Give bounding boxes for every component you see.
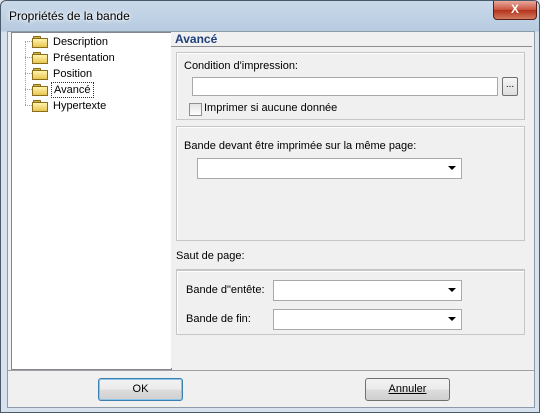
print-condition-label: Condition d'impression: [184, 60, 298, 72]
tree-connector [25, 73, 32, 74]
print-if-no-data-label: Imprimer si aucune donnée [204, 102, 338, 114]
footer-band-select[interactable] [273, 309, 462, 330]
dialog-client-area: Description Présentation Position Avancé… [7, 31, 535, 408]
folder-icon [32, 67, 48, 80]
panel-title: Avancé [171, 32, 532, 47]
folder-icon [32, 51, 48, 64]
tree-item-label: Position [53, 67, 93, 80]
category-tree[interactable]: Description Présentation Position Avancé… [11, 32, 172, 370]
tree-item-label: Hypertexte [53, 99, 107, 112]
same-page-label: Bande devant être imprimée sur la même p… [184, 140, 417, 152]
settings-panel: Avancé Condition d'impression: ... Impri… [171, 32, 532, 368]
close-icon: X [510, 2, 519, 16]
browse-button[interactable]: ... [502, 77, 518, 96]
chevron-down-icon [448, 166, 456, 170]
header-band-label: Bande d"entête: [186, 284, 265, 296]
print-if-no-data-checkbox[interactable] [189, 103, 202, 116]
tree-item-label: Présentation [53, 51, 115, 64]
page-break-group: Bande d"entête: Bande de fin: [176, 270, 525, 335]
tree-connector [25, 105, 32, 106]
tree-item-label: Description [53, 35, 109, 48]
button-bar-separator [8, 370, 534, 371]
same-page-group: Bande devant être imprimée sur la même p… [176, 126, 525, 241]
ok-button[interactable]: OK [98, 378, 183, 401]
tree-connector [25, 41, 32, 42]
print-condition-group: Condition d'impression: ... Imprimer si … [176, 52, 525, 120]
tree-item-hypertexte[interactable]: Hypertexte [32, 98, 108, 113]
tree-item-description[interactable]: Description [32, 34, 110, 49]
page-break-label: Saut de page: [176, 250, 245, 262]
print-condition-input[interactable] [192, 77, 498, 96]
close-button[interactable]: X [493, 1, 537, 20]
tree-connector [25, 89, 32, 90]
ellipsis-icon: ... [505, 79, 515, 90]
folder-icon [32, 99, 48, 112]
chevron-down-icon [448, 288, 456, 292]
footer-band-label: Bande de fin: [186, 313, 251, 325]
folder-icon [32, 83, 48, 96]
cancel-button[interactable]: Annuler [365, 378, 450, 401]
folder-icon [32, 35, 48, 48]
same-page-band-select[interactable] [197, 158, 462, 179]
window-title: Propriétés de la bande [9, 9, 130, 23]
chevron-down-icon [448, 317, 456, 321]
tree-item-avance[interactable]: Avancé [32, 81, 94, 98]
tree-item-presentation[interactable]: Présentation [32, 50, 117, 65]
tree-connector [25, 57, 32, 58]
header-band-select[interactable] [273, 280, 462, 301]
tree-item-label: Avancé [51, 81, 94, 98]
title-bar[interactable]: Propriétés de la bande X [1, 1, 539, 31]
dialog-window: Propriétés de la bande X Description Pré… [0, 0, 540, 413]
tree-item-position[interactable]: Position [32, 66, 94, 81]
